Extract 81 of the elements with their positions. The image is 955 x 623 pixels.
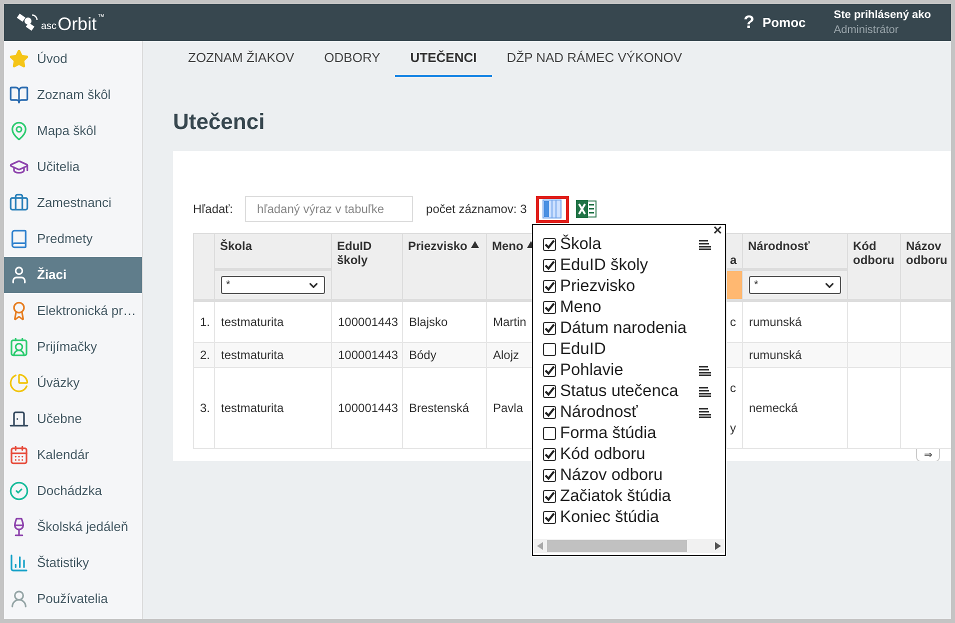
excel-icon[interactable] (576, 199, 597, 219)
sidebar-item[interactable]: Školská jedáleň (4, 509, 142, 545)
row-number: 3. (194, 368, 214, 448)
column-header[interactable]: Škola (220, 239, 252, 253)
checkbox[interactable] (543, 385, 556, 398)
sidebar-item[interactable]: Štatistiky (4, 545, 142, 581)
checkbox[interactable] (543, 259, 556, 272)
checkbox[interactable] (543, 490, 556, 503)
checkbox[interactable] (543, 469, 556, 482)
bar-chart-icon (9, 553, 29, 573)
checkbox[interactable] (543, 448, 556, 461)
sidebar-item[interactable]: Zamestnanci (4, 185, 142, 221)
checkbox[interactable] (543, 364, 556, 377)
sidebar-item[interactable]: Dochádzka (4, 473, 142, 509)
sidebar-item[interactable]: Kalendár (4, 437, 142, 473)
column-header[interactable]: Meno (492, 239, 524, 253)
checkbox[interactable] (543, 301, 556, 314)
sidebar-item[interactable]: Úvod (4, 41, 142, 77)
sidebar-item[interactable]: Predmety (4, 221, 142, 257)
next-page-button[interactable]: ⇒ (916, 449, 940, 461)
book-icon (9, 229, 29, 249)
sidebar-item[interactable]: Úväzky (4, 365, 142, 401)
row-number: 1. (194, 300, 214, 342)
search-label: Hľadať: (193, 201, 234, 218)
checkbox[interactable] (543, 280, 556, 293)
help-link[interactable]: Pomoc (762, 12, 806, 32)
door-icon (9, 409, 29, 429)
close-button[interactable]: × (713, 223, 722, 239)
filter-lines-icon[interactable] (699, 386, 711, 396)
checkbox[interactable] (543, 511, 556, 524)
checkbox[interactable] (543, 238, 556, 251)
columns-icon (542, 199, 562, 219)
logo-name: Orbit (58, 14, 97, 32)
briefcase-icon (9, 193, 29, 213)
checkbox[interactable] (543, 406, 556, 419)
table-cell: Brestenská (402, 368, 486, 448)
satellite-icon (16, 12, 40, 32)
page-title: Utečenci (173, 108, 266, 136)
sidebar-item[interactable]: Mapa škôl (4, 113, 142, 149)
checkbox[interactable] (543, 322, 556, 335)
sidebar-item[interactable]: Učitelia (4, 149, 142, 185)
logo-prefix: asc (41, 22, 57, 32)
filter-select[interactable]: * (221, 276, 325, 294)
filter-lines-icon[interactable] (699, 366, 711, 376)
tab[interactable]: ZOZNAM ŽIAKOV (173, 41, 310, 77)
scroll-right-icon[interactable] (715, 542, 721, 550)
horizontal-scrollbar[interactable] (533, 539, 725, 553)
table-cell: testmaturita (214, 368, 332, 448)
badge-icon (9, 337, 29, 357)
sidebar-item[interactable]: Prijímačky (4, 329, 142, 365)
column-chooser-button[interactable] (536, 196, 569, 222)
checkbox[interactable] (543, 343, 556, 356)
user-role: Administrátor (834, 22, 900, 38)
sidebar-item[interactable]: Učebne (4, 401, 142, 437)
star-icon (9, 49, 29, 69)
checkbox[interactable] (543, 427, 556, 440)
user-icon (9, 589, 29, 609)
help-icon[interactable]: ? (743, 9, 754, 36)
filter-lines-icon[interactable] (699, 408, 711, 418)
book-icon (9, 85, 29, 105)
calendar-icon (9, 445, 29, 465)
sidebar-item[interactable]: Používatelia (4, 581, 142, 617)
sort-ascending-icon[interactable] (471, 241, 480, 248)
tab[interactable]: DŽP NAD RÁMEC VÝKONOV (492, 41, 698, 77)
sidebar-item[interactable]: Žiaci (4, 257, 142, 293)
table-cell: nemecká (742, 368, 848, 448)
column-header[interactable]: Priezvisko (408, 239, 468, 253)
map-pin-icon (9, 121, 29, 141)
search-field[interactable]: hľadaný výraz v tabuľke (245, 196, 414, 222)
login-caption: Ste prihlásený ako (834, 8, 931, 22)
tab[interactable]: UTEČENCI (395, 41, 492, 77)
filter-select[interactable]: * (749, 276, 841, 294)
tab[interactable]: ODBORY (309, 41, 396, 77)
column-header[interactable]: a (730, 253, 737, 267)
filter-lines-icon[interactable] (699, 240, 711, 250)
table-cell: 100001443 (332, 368, 402, 448)
check-circle-icon (9, 481, 29, 501)
pie-chart-icon (9, 373, 29, 393)
record-count: počet záznamov: 3 (426, 201, 527, 218)
sidebar-item[interactable]: Elektronická pr… (4, 293, 142, 329)
sidebar-item[interactable]: Zoznam škôl (4, 77, 142, 113)
